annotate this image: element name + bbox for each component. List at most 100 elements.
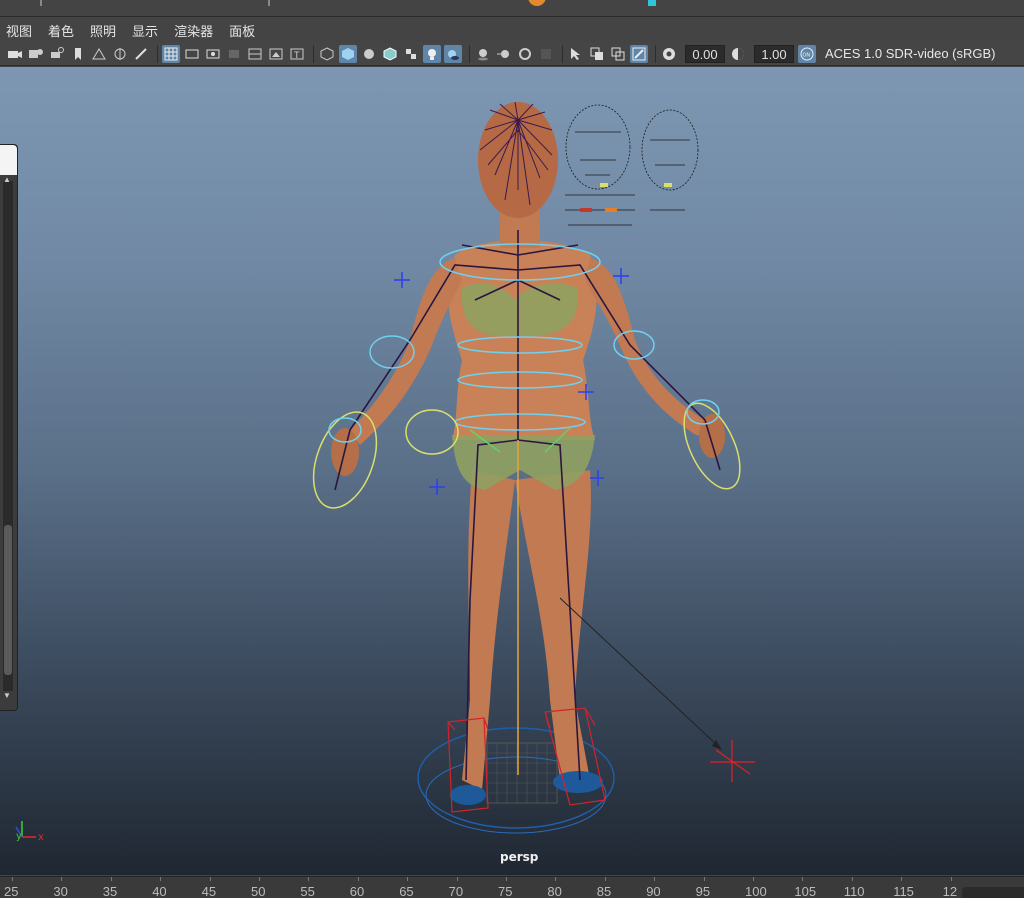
toolbar-divider bbox=[655, 44, 656, 63]
resolution-gate-icon[interactable] bbox=[204, 45, 222, 63]
svg-text:T: T bbox=[293, 51, 300, 61]
facial-rig-panel[interactable] bbox=[565, 104, 699, 226]
side-scroll-panel[interactable]: ▲ ▼ bbox=[0, 144, 18, 711]
shelf-divider bbox=[40, 0, 42, 6]
time-slider[interactable]: 25 30 35 40 45 50 55 60 65 70 75 80 85 90 95 100 105 110 1… bbox=[0, 876, 1024, 898]
shadows-icon[interactable] bbox=[444, 44, 462, 63]
gamma-icon[interactable] bbox=[729, 45, 747, 63]
timeline-tick bbox=[901, 877, 903, 881]
depth-of-field-icon[interactable] bbox=[537, 45, 555, 63]
timeline-frame-label: 50 bbox=[251, 884, 266, 898]
timeline-frame-label: 35 bbox=[102, 884, 118, 898]
gate-mask-icon[interactable] bbox=[225, 45, 243, 63]
xray-joints-icon[interactable] bbox=[609, 45, 627, 63]
grid-icon[interactable] bbox=[162, 44, 180, 63]
timeline-frame-label: 55 bbox=[300, 884, 315, 898]
panel-menubar: 视图 着色 照明 显示 渲染器 面板 bbox=[0, 18, 1024, 42]
panel-toolbar: T 0.00 1.00 ON ACES 1.0 SDR-video (sRGB) bbox=[0, 42, 1024, 66]
toolbar-divider bbox=[469, 44, 470, 63]
timeline-frame-label: 65 bbox=[399, 884, 414, 898]
menu-panels[interactable]: 面板 bbox=[229, 21, 255, 40]
timeline-tick bbox=[753, 877, 754, 881]
smooth-shade-icon[interactable] bbox=[339, 44, 357, 63]
xray-components-icon[interactable] bbox=[630, 44, 648, 63]
camera-label: persp bbox=[500, 850, 539, 864]
default-material-icon[interactable] bbox=[360, 45, 378, 63]
timeline-tick bbox=[407, 877, 409, 881]
axis-gizmo: y x bbox=[15, 821, 44, 843]
menu-show[interactable]: 显示 bbox=[132, 21, 158, 40]
timeline-frame-label: 25 bbox=[4, 884, 19, 898]
timeline-tick bbox=[654, 877, 656, 881]
camera-icon[interactable] bbox=[6, 45, 24, 63]
exposure-icon[interactable] bbox=[660, 45, 678, 63]
safe-action-icon[interactable] bbox=[267, 45, 285, 63]
timeline-tick bbox=[802, 877, 804, 881]
scroll-thumb[interactable] bbox=[4, 525, 12, 675]
color-management-icon[interactable]: ON bbox=[798, 44, 816, 63]
timeline-frame-label: 12 bbox=[942, 884, 958, 898]
film-gate-icon[interactable] bbox=[183, 45, 201, 63]
panel-header bbox=[0, 145, 17, 175]
motion-blur-icon[interactable] bbox=[495, 45, 513, 63]
anti-aliasing-icon[interactable] bbox=[516, 45, 534, 63]
bookmark-icon[interactable] bbox=[69, 45, 87, 63]
gamma-field[interactable]: 1.00 bbox=[754, 44, 794, 63]
menu-shading[interactable]: 着色 bbox=[48, 21, 74, 40]
isolate-select-icon[interactable] bbox=[567, 45, 585, 63]
timeline-frame-label: 30 bbox=[53, 884, 68, 898]
textured-icon[interactable] bbox=[402, 45, 420, 63]
two-d-pan-icon[interactable] bbox=[111, 45, 129, 63]
timeline-tick bbox=[110, 877, 112, 881]
character-mesh[interactable] bbox=[331, 102, 725, 805]
perspective-viewport[interactable]: ▲ ▼ y x persp bbox=[0, 67, 1024, 875]
timeline-tick bbox=[209, 877, 211, 881]
toolbar-divider bbox=[562, 44, 563, 63]
timeline-tick bbox=[456, 877, 458, 881]
timeline-tick bbox=[12, 877, 13, 881]
timeline-tick bbox=[851, 877, 853, 881]
screen-space-ao-icon[interactable] bbox=[474, 45, 492, 63]
timeline-tick bbox=[604, 877, 606, 881]
xray-icon[interactable] bbox=[588, 45, 606, 63]
menu-view[interactable]: 视图 bbox=[6, 21, 32, 40]
timeline-corner bbox=[962, 887, 1024, 898]
field-chart-icon[interactable] bbox=[246, 45, 264, 63]
shelf-cyan-icon[interactable] bbox=[648, 0, 656, 6]
timeline-frame-label: 105 bbox=[794, 884, 817, 898]
timeline-tick bbox=[160, 877, 162, 881]
floor-grid bbox=[486, 742, 558, 804]
camera-attributes-icon[interactable] bbox=[27, 45, 45, 63]
exposure-field[interactable]: 0.00 bbox=[685, 44, 725, 63]
safe-title-icon[interactable]: T bbox=[288, 45, 306, 63]
lights-icon[interactable] bbox=[423, 44, 441, 63]
scroll-up-icon[interactable]: ▲ bbox=[3, 175, 11, 184]
scroll-down-icon[interactable]: ▼ bbox=[3, 691, 11, 700]
aim-line bbox=[559, 597, 719, 747]
timeline-tick bbox=[308, 877, 310, 881]
timeline-tick bbox=[259, 877, 260, 881]
shelf-orange-icon[interactable] bbox=[528, 0, 546, 6]
timeline-tick bbox=[950, 877, 952, 881]
timeline-tick bbox=[357, 877, 359, 881]
timeline-tick bbox=[555, 877, 557, 881]
color-space-label[interactable]: ACES 1.0 SDR-video (sRGB) bbox=[825, 46, 996, 61]
menu-renderer[interactable]: 渲染器 bbox=[174, 21, 213, 40]
timeline-frame-label: 85 bbox=[596, 884, 612, 898]
image-plane-icon[interactable] bbox=[90, 45, 108, 63]
timeline-frame-label: 95 bbox=[695, 884, 711, 898]
grease-pencil-icon[interactable] bbox=[132, 45, 150, 63]
timeline-frame-label: 75 bbox=[498, 884, 513, 898]
axis-x-label: x bbox=[38, 832, 44, 843]
timeline-frame-label: 90 bbox=[646, 884, 661, 898]
wireframe-on-shaded-icon[interactable] bbox=[381, 45, 399, 63]
timeline-frame-label: 70 bbox=[448, 884, 464, 898]
wireframe-icon[interactable] bbox=[318, 45, 336, 63]
menu-lighting[interactable]: 照明 bbox=[90, 21, 116, 40]
viewport-scene bbox=[312, 101, 755, 834]
top-shelf-strip bbox=[0, 0, 1024, 17]
timeline-tick bbox=[703, 877, 705, 881]
lock-camera-icon[interactable] bbox=[48, 45, 66, 63]
timeline-tick bbox=[61, 877, 63, 881]
timeline-frame-label: 80 bbox=[547, 884, 562, 898]
